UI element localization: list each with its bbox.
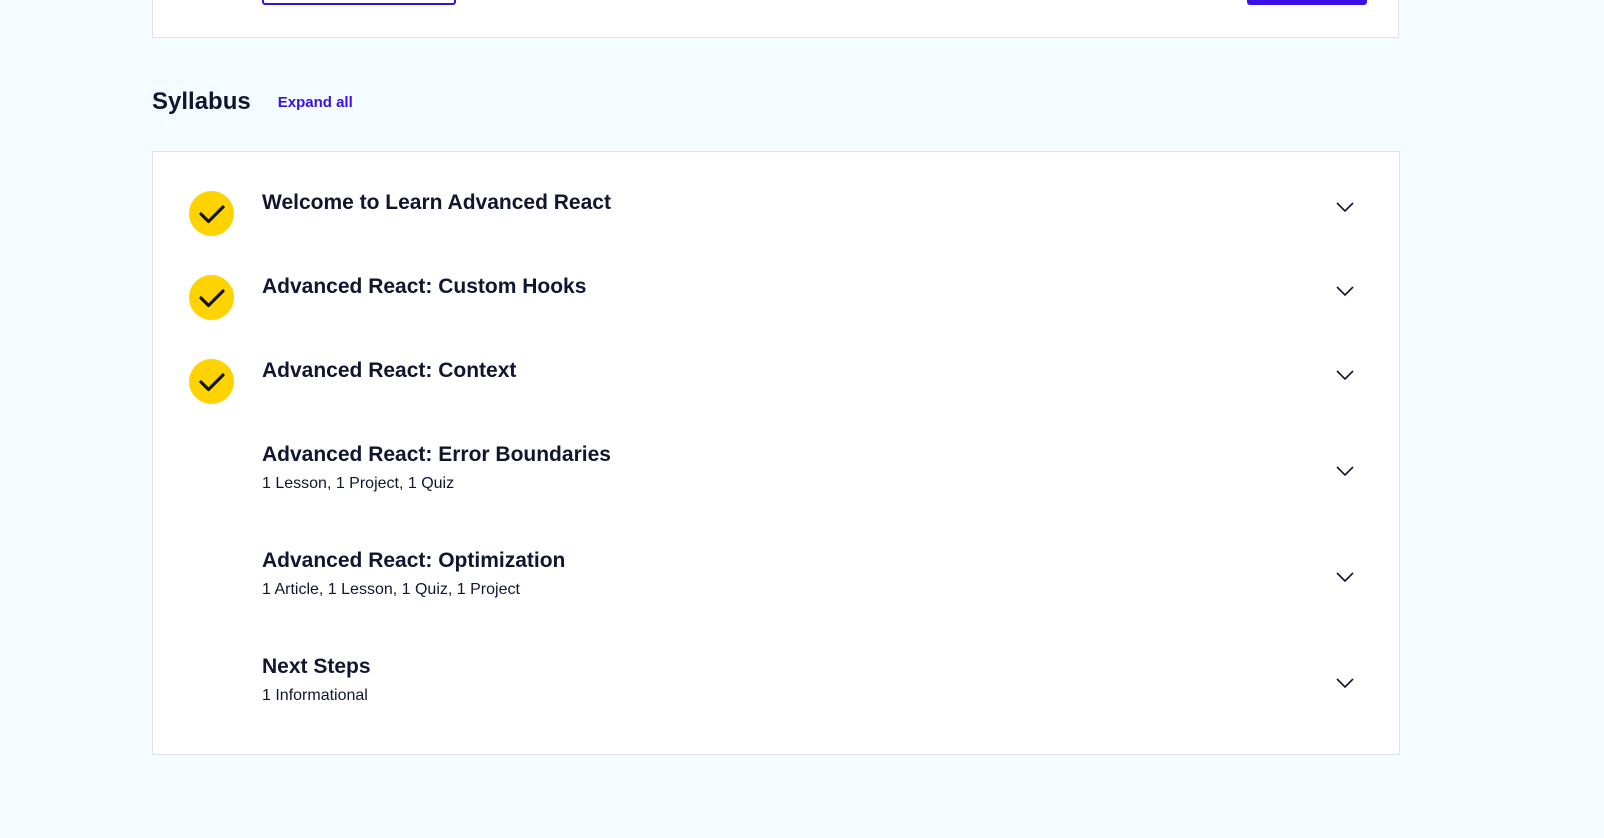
expand-all-link[interactable]: Expand all [278,94,353,111]
module-contents-summary: 1 Informational [262,687,368,704]
module-title: Advanced React: Optimization [262,549,566,572]
syllabus-header: Syllabus Expand all [152,88,353,116]
top-outline-button[interactable] [262,0,456,5]
module-contents-summary: 1 Article, 1 Lesson, 1 Quiz, 1 Project [262,581,520,598]
chevron-down-icon[interactable] [1336,572,1354,582]
syllabus-module-optimization[interactable]: Advanced React: Optimization 1 Article, … [153,510,1399,616]
syllabus-module-next-steps[interactable]: Next Steps 1 Informational [153,616,1399,722]
syllabus-module-error-boundaries[interactable]: Advanced React: Error Boundaries 1 Lesso… [153,404,1399,510]
previous-section-card [152,0,1399,38]
syllabus-module-context[interactable]: Advanced React: Context [153,320,1399,404]
module-title: Next Steps [262,655,371,678]
module-title: Welcome to Learn Advanced React [262,191,611,214]
check-icon [189,191,234,236]
module-contents-summary: 1 Lesson, 1 Project, 1 Quiz [262,475,455,492]
check-icon [189,359,234,404]
chevron-down-icon[interactable] [1336,466,1354,476]
module-title: Advanced React: Custom Hooks [262,275,587,298]
syllabus-title: Syllabus [152,88,251,115]
module-title: Advanced React: Context [262,359,517,382]
syllabus-module-custom-hooks[interactable]: Advanced React: Custom Hooks [153,236,1399,320]
check-icon [189,275,234,320]
chevron-down-icon[interactable] [1336,202,1354,212]
chevron-down-icon[interactable] [1336,286,1354,296]
syllabus-list: Welcome to Learn Advanced React Advanced… [152,151,1400,755]
chevron-down-icon[interactable] [1336,370,1354,380]
module-title: Advanced React: Error Boundaries [262,443,611,466]
syllabus-module-welcome[interactable]: Welcome to Learn Advanced React [153,152,1399,236]
top-primary-button[interactable] [1247,0,1367,5]
chevron-down-icon[interactable] [1336,678,1354,688]
